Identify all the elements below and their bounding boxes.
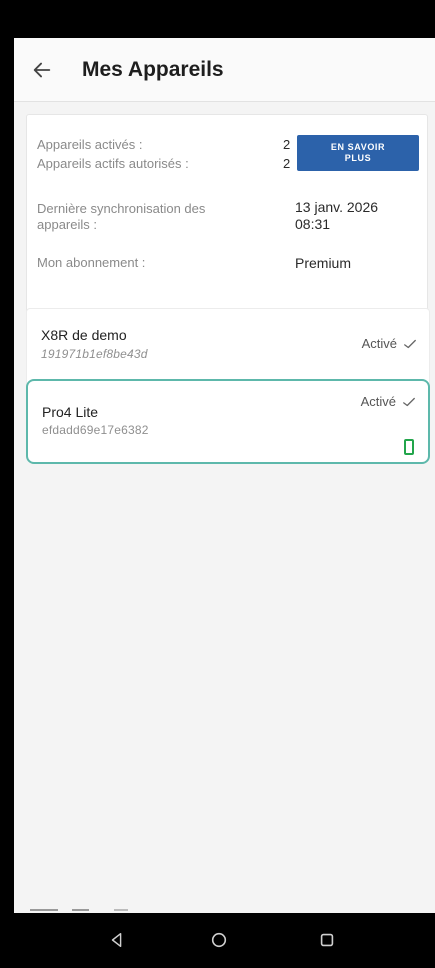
last-sync-value: 13 janv. 2026 08:31	[295, 199, 379, 232]
device-id: efdadd69e17e6382	[42, 423, 149, 437]
authorized-devices-value: 2	[283, 156, 291, 171]
arrow-left-icon	[33, 62, 51, 77]
device-status: Activé	[361, 394, 416, 409]
summary-card: Appareils activés : 2 Appareils actifs a…	[26, 114, 428, 320]
circle-home-icon	[211, 932, 227, 948]
partially-hidden-content	[30, 903, 170, 913]
status-bar	[0, 0, 435, 38]
activated-devices-value: 2	[283, 137, 291, 152]
app-screen: Mes Appareils Appareils activés : 2 Appa…	[14, 38, 435, 913]
back-button[interactable]	[14, 38, 70, 102]
page-title: Mes Appareils	[82, 57, 224, 81]
learn-more-label: EN SAVOIR PLUS	[330, 142, 386, 163]
check-icon	[403, 397, 415, 406]
square-recents-icon	[320, 933, 334, 947]
activated-devices-label: Appareils activés :	[37, 137, 143, 152]
system-navigation-bar	[0, 913, 435, 968]
subscription-label: Mon abonnement :	[37, 255, 146, 270]
check-icon	[404, 339, 416, 348]
subscription-value: Premium	[295, 255, 352, 271]
device-status: Activé	[362, 336, 417, 351]
triangle-back-icon	[111, 932, 122, 948]
device-card-selected[interactable]: Pro4 Lite efdadd69e17e6382 Activé	[26, 379, 430, 464]
device-status-label: Activé	[361, 336, 397, 351]
nav-home-button[interactable]	[206, 927, 232, 953]
nav-back-button[interactable]	[104, 927, 130, 953]
app-bar: Mes Appareils	[14, 38, 435, 102]
nav-recents-button[interactable]	[314, 927, 340, 953]
device-name: Pro4 Lite	[42, 404, 99, 420]
device-status-label: Activé	[360, 394, 396, 409]
last-sync-label: Dernière synchronisation des appareils :	[37, 201, 206, 232]
smartphone-icon	[404, 439, 414, 455]
device-name: X8R de demo	[41, 327, 127, 343]
authorized-devices-label: Appareils actifs autorisés :	[37, 156, 189, 171]
learn-more-button[interactable]: EN SAVOIR PLUS	[297, 135, 419, 171]
device-id: 191971b1ef8be43d	[41, 347, 148, 361]
